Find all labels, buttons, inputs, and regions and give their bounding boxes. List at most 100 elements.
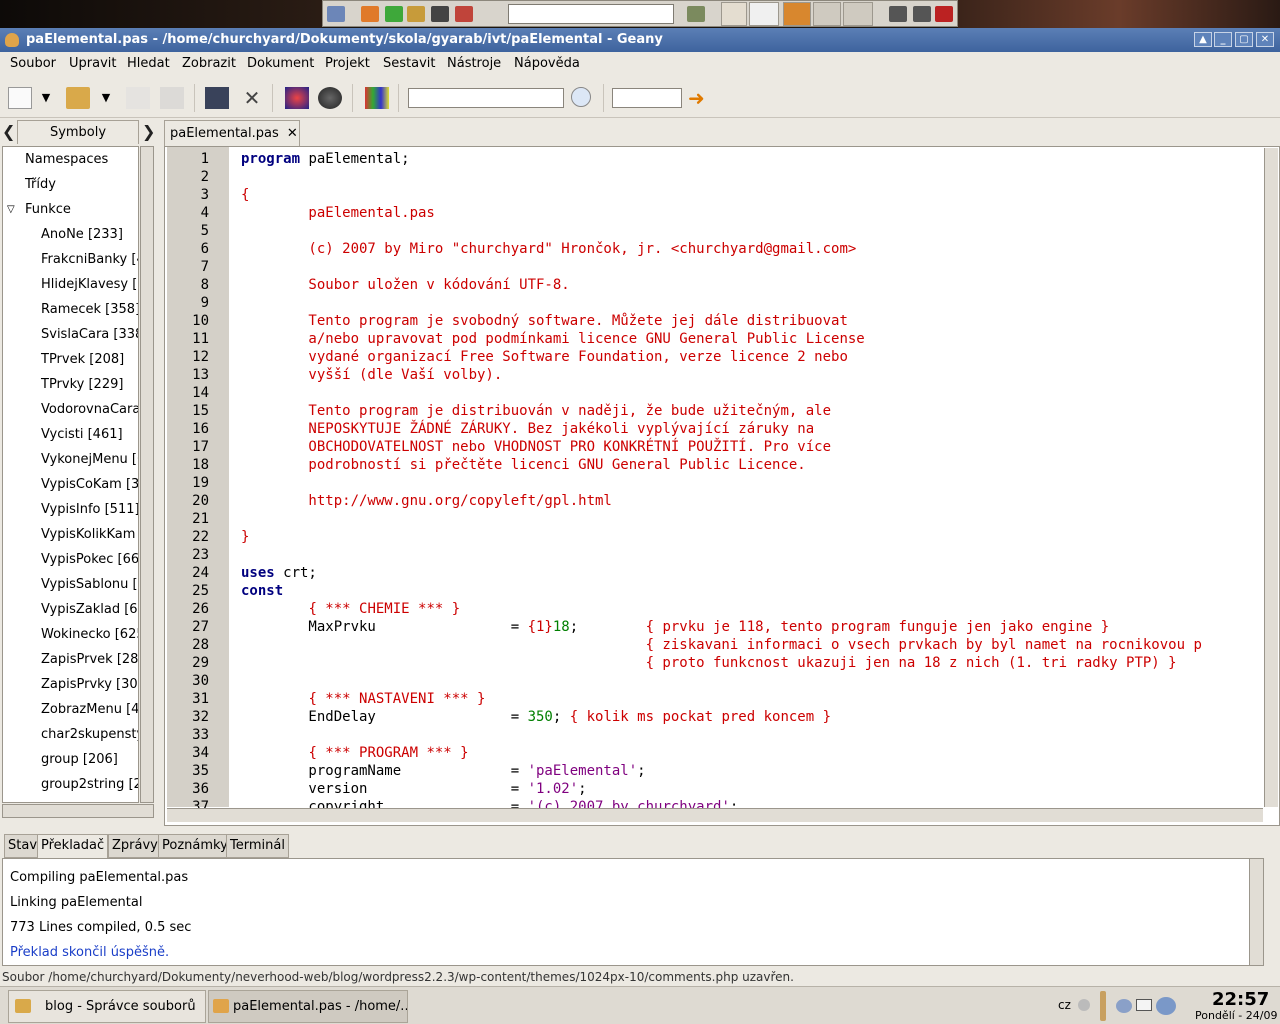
code-line[interactable]: MaxPrvku = {1}18; { prvku je 118, tento … bbox=[241, 618, 1109, 636]
new-file-icon[interactable] bbox=[8, 87, 32, 109]
symbol-item[interactable]: char2skupensty bbox=[41, 722, 138, 747]
code-line[interactable]: { ziskavani informaci o vsech prvkach by… bbox=[241, 636, 1202, 654]
symbol-tree-hscrollbar[interactable] bbox=[2, 804, 154, 818]
symbol-item[interactable]: HlidejKlavesy [7 bbox=[41, 272, 138, 297]
code-line[interactable]: { proto funkcnost ukazuji jen na 18 z ni… bbox=[241, 654, 1177, 672]
code-line[interactable]: version = '1.02'; bbox=[241, 780, 586, 798]
symbol-item[interactable]: ZapisPrvky [30 bbox=[41, 672, 138, 697]
symbol-item[interactable]: VypisPokec [66 bbox=[41, 547, 138, 572]
mail-icon[interactable] bbox=[1136, 999, 1152, 1011]
color-chooser-icon[interactable] bbox=[365, 87, 389, 109]
workspace-1-button[interactable] bbox=[721, 2, 747, 26]
network-icon[interactable] bbox=[1116, 999, 1132, 1013]
search-icon[interactable] bbox=[571, 87, 591, 107]
symbol-category[interactable]: Funkce bbox=[25, 197, 71, 222]
search-input[interactable] bbox=[408, 88, 564, 108]
tab-stav[interactable]: Stav bbox=[4, 834, 42, 858]
code-line[interactable]: { *** NASTAVENI *** } bbox=[241, 690, 485, 708]
code-line[interactable]: podrobností si přečtěte licenci GNU Gene… bbox=[241, 456, 805, 474]
screenshot-icon[interactable] bbox=[913, 6, 931, 22]
code-line[interactable]: { *** CHEMIE *** } bbox=[241, 600, 460, 618]
menu-nastroje[interactable]: Nástroje bbox=[447, 56, 501, 71]
tool-launcher-icon[interactable] bbox=[455, 6, 473, 22]
menu-upravit[interactable]: Upravit bbox=[69, 56, 116, 71]
build-execute-icon[interactable] bbox=[318, 87, 342, 109]
editor-vscrollbar[interactable] bbox=[1264, 148, 1278, 807]
browser-launcher-icon[interactable] bbox=[361, 6, 379, 22]
code-line[interactable]: const bbox=[241, 582, 283, 600]
code-line[interactable]: programName = 'paElemental'; bbox=[241, 762, 645, 780]
menu-soubor[interactable]: Soubor bbox=[10, 56, 56, 71]
sidebar-prev-tab-icon[interactable]: ❮ bbox=[2, 122, 15, 141]
code-line[interactable]: Tento program je distribuován v naději, … bbox=[241, 402, 831, 420]
workspace-5-button[interactable] bbox=[843, 2, 873, 26]
code-line[interactable]: { bbox=[241, 186, 249, 204]
compiler-output[interactable]: Compiling paElemental.pas Linking paElem… bbox=[2, 858, 1264, 966]
open-dropdown-chevron-icon[interactable]: ▼ bbox=[98, 87, 114, 109]
code-line[interactable]: OBCHODOVATELNOST nebo VHODNOST PRO KONKR… bbox=[241, 438, 831, 456]
symbol-item[interactable]: Wokinecko [625 bbox=[41, 622, 138, 647]
code-line[interactable]: http://www.gnu.org/copyleft/gpl.html bbox=[241, 492, 611, 510]
symbol-item[interactable]: VypisInfo [511] bbox=[41, 497, 138, 522]
symbol-tree-vscrollbar[interactable] bbox=[140, 146, 154, 803]
camera-icon[interactable] bbox=[889, 6, 907, 22]
window-titlebar[interactable]: paElemental.pas - /home/churchyard/Dokum… bbox=[0, 28, 1280, 52]
symbol-item[interactable]: TPrvek [208] bbox=[41, 347, 124, 372]
code-line[interactable]: NEPOSKYTUJE ŽÁDNÉ ZÁRUKY. Bez jakékoli v… bbox=[241, 420, 814, 438]
tab-prekladac[interactable]: Překladač bbox=[37, 834, 109, 858]
symbol-item[interactable]: SvislaCara [338 bbox=[41, 322, 138, 347]
system-menu-icon[interactable] bbox=[327, 6, 345, 22]
symbol-item[interactable]: VypisCoKam [3 bbox=[41, 472, 138, 497]
revert-icon[interactable] bbox=[205, 87, 229, 109]
shade-button[interactable]: ▲ bbox=[1194, 32, 1212, 47]
tab-poznamky[interactable]: Poznámky bbox=[158, 834, 232, 858]
new-dropdown-chevron-icon[interactable]: ▼ bbox=[38, 87, 54, 109]
folder-launcher-icon[interactable] bbox=[407, 6, 425, 22]
minimize-button[interactable]: _ bbox=[1214, 32, 1232, 47]
save-icon[interactable] bbox=[126, 87, 150, 109]
menu-zobrazit[interactable]: Zobrazit bbox=[182, 56, 236, 71]
task-geany[interactable]: paElemental.pas - /home/... bbox=[208, 990, 408, 1023]
code-line[interactable]: Tento program je svobodný software. Může… bbox=[241, 312, 847, 330]
symbol-category[interactable]: Namespaces bbox=[25, 147, 108, 172]
save-all-icon[interactable] bbox=[160, 87, 184, 109]
close-file-icon[interactable]: ✕ bbox=[240, 87, 264, 109]
code-line[interactable]: } bbox=[241, 528, 249, 546]
editor-hscrollbar[interactable] bbox=[167, 808, 1263, 822]
close-button[interactable]: ✕ bbox=[1256, 32, 1274, 47]
workspace-2-button[interactable] bbox=[749, 2, 779, 26]
symbol-item[interactable]: group2string [2 bbox=[41, 772, 138, 797]
symbol-item[interactable]: Vycisti [461] bbox=[41, 422, 123, 447]
symbol-item[interactable]: VodorovnaCara bbox=[41, 397, 138, 422]
code-line[interactable]: vydané organizací Free Software Foundati… bbox=[241, 348, 847, 366]
tab-terminal[interactable]: Terminál bbox=[226, 834, 289, 858]
symbol-item[interactable]: group [206] bbox=[41, 747, 118, 772]
sidebar-next-tab-icon[interactable]: ❯ bbox=[142, 122, 155, 141]
code-line[interactable]: Soubor uložen v kódování UTF-8. bbox=[241, 276, 569, 294]
code-line[interactable]: a/nebo upravovat pod podmínkami licence … bbox=[241, 330, 864, 348]
symbol-item[interactable]: VypisZaklad [6 bbox=[41, 597, 138, 622]
panel-search-input[interactable] bbox=[508, 4, 674, 24]
panel-applet-icon[interactable] bbox=[687, 6, 705, 22]
menu-hledat[interactable]: Hledat bbox=[127, 56, 170, 71]
compile-icon[interactable] bbox=[285, 87, 309, 109]
tab-zpravy[interactable]: Zprávy bbox=[108, 834, 162, 858]
code-line[interactable]: EndDelay = 350; { kolik ms pockat pred k… bbox=[241, 708, 831, 726]
open-file-icon[interactable] bbox=[66, 87, 90, 109]
tray-separator-handle[interactable] bbox=[1100, 991, 1106, 1021]
update-icon[interactable] bbox=[1156, 997, 1176, 1015]
close-tab-icon[interactable]: ✕ bbox=[287, 126, 298, 141]
menu-sestavit[interactable]: Sestavit bbox=[383, 56, 436, 71]
maximize-button[interactable]: ▢ bbox=[1235, 32, 1253, 47]
menu-napoveda[interactable]: Nápověda bbox=[514, 56, 580, 71]
code-line[interactable]: uses crt; bbox=[241, 564, 317, 582]
code-line[interactable]: paElemental.pas bbox=[241, 204, 434, 222]
symbol-item[interactable]: VypisKolikKam bbox=[41, 522, 135, 547]
tab-editor-file[interactable]: paElemental.pas ✕ bbox=[164, 120, 300, 147]
keyboard-layout-indicator[interactable]: cz bbox=[1058, 998, 1071, 1012]
tray-icon[interactable] bbox=[1078, 999, 1090, 1011]
symbol-item[interactable]: VykonejMenu [6 bbox=[41, 447, 138, 472]
symbol-item[interactable]: ZobrazMenu [4 bbox=[41, 697, 138, 722]
logout-icon[interactable] bbox=[935, 6, 953, 22]
expander-icon[interactable]: ▽ bbox=[7, 197, 15, 222]
